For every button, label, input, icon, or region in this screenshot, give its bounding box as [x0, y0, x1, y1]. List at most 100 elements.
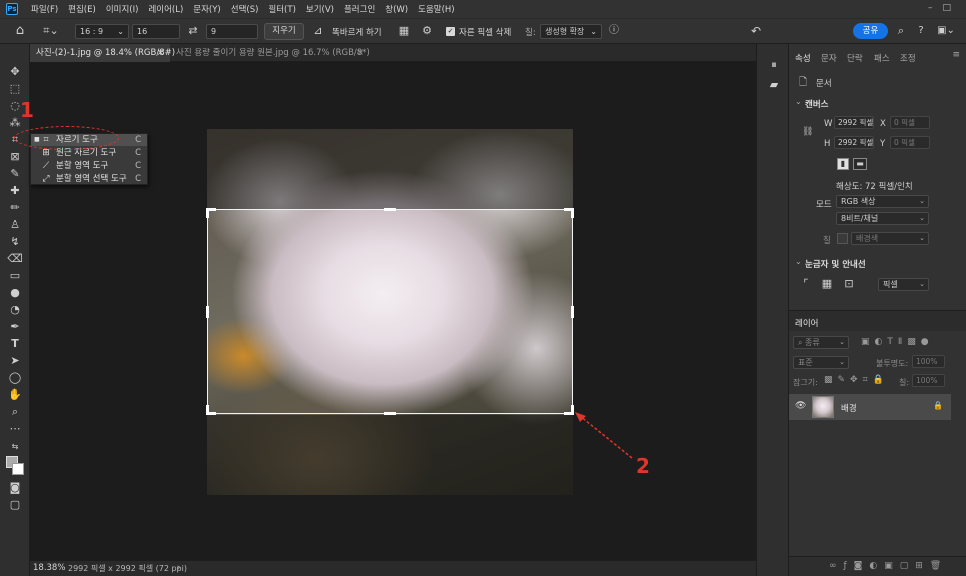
layer-actions-icons[interactable]: ∞ƒ◙◐▣▢⊞🗑 [829, 561, 948, 571]
opacity-field[interactable]: 100% [912, 355, 945, 368]
zoom-level[interactable]: 18.38% [33, 561, 65, 576]
reset-icon[interactable]: ↶ [748, 24, 764, 38]
move-tool-icon[interactable]: ✥ [7, 65, 23, 79]
menu-file[interactable]: 파일(F) [26, 3, 63, 15]
help-icon[interactable]: ? [914, 24, 928, 38]
search-icon[interactable]: ⌕ [894, 24, 908, 38]
menu-image[interactable]: 이미지(I) [101, 3, 144, 15]
menu-filter[interactable]: 필터(T) [263, 3, 300, 15]
panel-menu-icon[interactable]: ≡ [952, 50, 960, 60]
layer-row-background[interactable]: 👁 배경 🔒 [789, 394, 951, 420]
home-icon[interactable]: ⌂ [12, 24, 28, 38]
background-color-swatch[interactable] [12, 463, 24, 475]
eye-icon[interactable]: 👁 [795, 401, 806, 411]
fill-swatch[interactable] [837, 233, 848, 244]
hand-tool-icon[interactable]: ✋ [7, 388, 23, 402]
chevron-down-icon[interactable]: ⌄ [795, 97, 802, 106]
zoom-tool-icon[interactable]: ⌕ [7, 405, 23, 419]
healing-brush-tool-icon[interactable]: ✚ [7, 184, 23, 198]
menu-type[interactable]: 문자(Y) [188, 3, 225, 15]
comment-icon[interactable]: ▰ [767, 78, 781, 92]
ratio-select[interactable]: 16 : 9 ⌄ [75, 24, 129, 39]
menu-layer[interactable]: 레이어(L) [143, 3, 188, 15]
maximize-icon[interactable]: □ [943, 3, 952, 15]
layer-filter-icons[interactable]: ▣◐TⅡ▩● [861, 337, 934, 347]
guides-icon[interactable]: ⊡ [842, 277, 856, 291]
history-brush-tool-icon[interactable]: ↯ [7, 235, 23, 249]
bit-depth-select[interactable]: 8비트/채널 ⌄ [836, 212, 929, 225]
overlay-grid-icon[interactable]: ▦ [396, 24, 412, 38]
crop-handle-right[interactable] [571, 306, 574, 318]
crop-bounding-box[interactable] [206, 208, 574, 415]
minimize-icon[interactable]: – [928, 3, 933, 15]
layer-filter-select[interactable]: ⌕ 종류 ⌄ [793, 336, 849, 349]
path-select-tool-icon[interactable]: ➤ [7, 354, 23, 368]
fill-select-panel[interactable]: 배경색 ⌄ [851, 232, 929, 245]
canvas-y-field[interactable]: 0 픽셀 [890, 136, 930, 149]
info-icon[interactable]: ⓘ [608, 24, 620, 38]
crop-handle-left[interactable] [206, 306, 209, 318]
ruler-icon[interactable]: ⌜ [799, 277, 813, 291]
libraries-icon[interactable]: ⏸ [767, 58, 781, 72]
stamp-tool-icon[interactable]: ♙ [7, 218, 23, 232]
workspace-icon[interactable]: ▣⌄ [934, 24, 958, 38]
canvas-x-field[interactable]: 0 픽셀 [890, 116, 930, 129]
chevron-down-icon[interactable]: ⌄ [795, 257, 802, 266]
menu-window[interactable]: 창(W) [380, 3, 413, 15]
crop-handle-top[interactable] [384, 208, 396, 211]
quick-mask-icon[interactable]: ◙ [7, 481, 23, 495]
gear-icon[interactable]: ⚙ [419, 24, 435, 38]
marquee-tool-icon[interactable]: ⬚ [7, 82, 23, 96]
width-field[interactable]: 16 [132, 24, 180, 39]
clear-button[interactable]: 지우기 [264, 23, 304, 40]
delete-cropped-checkbox[interactable]: ✓ [446, 27, 455, 36]
tab-properties[interactable]: 속성 [795, 52, 811, 64]
menu-view[interactable]: 보기(V) [301, 3, 339, 15]
menu-edit[interactable]: 편집(E) [63, 3, 101, 15]
chevron-right-icon[interactable]: › [177, 561, 180, 576]
tab-character[interactable]: 문자 [821, 52, 837, 64]
blend-mode-select[interactable]: 표준 ⌄ [793, 356, 849, 369]
crop-tool-preset-icon[interactable]: ⌗⌄ [40, 24, 62, 38]
canvas-width-field[interactable]: 2992 픽셀 [834, 116, 874, 129]
close-icon[interactable]: × [357, 44, 364, 62]
tab-adjustments[interactable]: 조정 [900, 52, 916, 64]
menu-help[interactable]: 도움말(H) [413, 3, 459, 15]
blur-tool-icon[interactable]: ● [7, 286, 23, 300]
eyedropper-tool-icon[interactable]: ✎ [7, 167, 23, 181]
close-icon[interactable]: × [157, 44, 164, 62]
swap-colors-icon[interactable]: ⇆ [7, 440, 23, 454]
fill-select[interactable]: 생성형 확장 ⌄ [540, 24, 602, 39]
layer-name[interactable]: 배경 [841, 402, 857, 414]
lock-icons[interactable]: ▩✎✥⌗🔒 [824, 375, 889, 385]
eraser-tool-icon[interactable]: ⌫ [7, 252, 23, 266]
frame-tool-icon[interactable]: ⊠ [7, 150, 23, 164]
height-field[interactable]: 9 [206, 24, 258, 39]
dodge-tool-icon[interactable]: ◔ [7, 303, 23, 317]
menu-plugins[interactable]: 플러그인 [339, 3, 380, 15]
type-tool-icon[interactable]: T [7, 337, 23, 351]
swap-icon[interactable]: ⇄ [186, 24, 200, 38]
flyout-item-slice-select[interactable]: ⤢ 분할 영역 선택 도구 C [31, 173, 147, 185]
screen-mode-icon[interactable]: ▢ [7, 498, 23, 512]
ruler-unit-select[interactable]: 픽셀 ⌄ [878, 278, 929, 291]
brush-tool-icon[interactable]: ✏ [7, 201, 23, 215]
grid-icon[interactable]: ▦ [820, 277, 834, 291]
canvas-height-field[interactable]: 2992 픽셀 [834, 136, 874, 149]
crop-handle-bottom[interactable] [384, 412, 396, 415]
menu-select[interactable]: 선택(S) [226, 3, 264, 15]
portrait-orientation-icon[interactable]: ▮ [837, 158, 849, 170]
straighten-icon[interactable]: ⊿ [311, 24, 325, 38]
pen-tool-icon[interactable]: ✒ [7, 320, 23, 334]
share-button[interactable]: 공유 [853, 23, 888, 39]
link-icon[interactable]: ⛓ [802, 127, 813, 137]
tab-paragraph[interactable]: 단락 [847, 52, 863, 64]
gradient-tool-icon[interactable]: ▭ [7, 269, 23, 283]
shape-tool-icon[interactable]: ◯ [7, 371, 23, 385]
mode-select[interactable]: RGB 색상 ⌄ [836, 195, 929, 208]
tab-document-2[interactable]: 사진 용량 줄이기 용량 원본.jpg @ 16.7% (RGB/8*) × [170, 44, 370, 62]
tab-layers[interactable]: 레이어 [795, 317, 818, 329]
fill-field[interactable]: 100% [912, 374, 945, 387]
lock-icon[interactable]: 🔒 [933, 401, 943, 410]
straighten-label[interactable]: 똑바르게 하기 [332, 26, 382, 38]
